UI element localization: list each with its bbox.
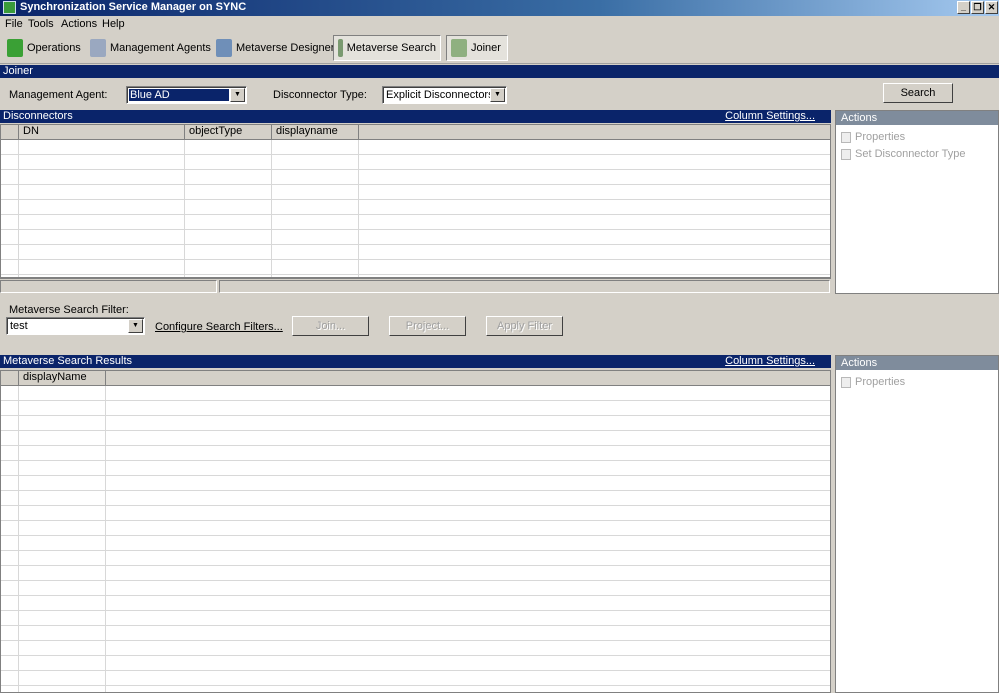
menu-actions[interactable]: Actions [61,18,97,30]
configure-search-filters-link[interactable]: Configure Search Filters... [155,321,283,333]
metaverse-search-button[interactable]: Metaverse Search [333,35,441,61]
search-button[interactable]: Search [883,83,953,103]
restore-button[interactable]: ❐ [971,1,984,14]
metaverse-designer-icon [216,39,232,57]
column-header-objecttype[interactable]: objectType [185,125,272,139]
row-selector-header [1,125,19,139]
metaverse-designer-button[interactable]: Metaverse Designer [212,35,338,61]
management-agents-button[interactable]: Management Agents [86,35,215,61]
grid-line [184,140,185,277]
grid-line [18,140,19,277]
actions-panel-top: Actions Properties Set Disconnector Type [835,110,999,294]
menu-tools[interactable]: Tools [28,18,54,30]
metaverse-search-filter-value: test [10,320,28,332]
disconnectors-column-settings-link[interactable]: Column Settings... [725,110,815,123]
operations-icon [7,39,23,57]
actions-top-header: Actions [836,111,998,125]
minimize-button[interactable]: _ [957,1,970,14]
actions-panel-bottom: Actions Properties [835,355,999,693]
grid-line [358,140,359,277]
metaverse-search-results-header: Metaverse Search Results Column Settings… [0,355,831,368]
title-bar: Synchronization Service Manager on SYNC … [0,0,999,16]
set-disconnector-type-icon [841,149,851,160]
metaverse-search-results-grid[interactable]: displayName [0,370,831,693]
management-agent-dropdown[interactable]: Blue AD ▼ [126,86,247,104]
column-header-dn[interactable]: DN [19,125,185,139]
management-agent-label: Management Agent: [9,89,108,101]
join-button[interactable]: Join... [292,316,369,336]
metaverse-search-icon [338,39,343,57]
chevron-down-icon[interactable]: ▼ [128,319,143,333]
results-grid-header: displayName [1,371,830,386]
grid-line [105,386,106,692]
metaverse-search-results-title: Metaverse Search Results [3,355,132,367]
chevron-down-icon[interactable]: ▼ [230,88,245,102]
metaverse-search-filter-label: Metaverse Search Filter: [9,304,129,316]
disconnectors-grid-rows [1,140,830,277]
properties-icon [841,377,851,388]
disconnectors-title: Disconnectors [3,110,73,122]
menu-file[interactable]: File [5,18,23,30]
project-button[interactable]: Project... [389,316,466,336]
joiner-header: Joiner [0,65,999,78]
results-column-settings-link[interactable]: Column Settings... [725,355,815,368]
close-button[interactable]: ✕ [985,1,998,14]
app-icon [3,1,16,14]
apply-filter-button[interactable]: Apply Filter [486,316,563,336]
action-properties[interactable]: Properties [836,129,998,146]
management-agent-value: Blue AD [129,89,229,101]
toolbar: Operations Management Agents Metaverse D… [0,33,999,64]
action-properties[interactable]: Properties [836,374,998,391]
window-title: Synchronization Service Manager on SYNC [20,1,247,13]
disconnectors-grid-header: DN objectType displayname [1,125,830,140]
status-pane-1 [0,280,217,293]
grid-line [18,386,19,692]
menu-bar: File Tools Actions Help [0,16,999,33]
chevron-down-icon[interactable]: ▼ [490,88,505,102]
menu-help[interactable]: Help [102,18,125,30]
operations-button[interactable]: Operations [3,35,85,61]
column-header-displayname[interactable]: displayname [272,125,359,139]
results-grid-rows [1,386,830,692]
joiner-button[interactable]: Joiner [446,35,508,61]
disconnectors-header: Disconnectors Column Settings... [0,110,831,123]
row-selector-header [1,371,19,385]
joiner-icon [451,39,467,57]
disconnector-type-dropdown[interactable]: Explicit Disconnectors ▼ [382,86,507,104]
properties-icon [841,132,851,143]
status-pane-2 [219,280,830,293]
grid-line [271,140,272,277]
disconnectors-status-bar [0,278,831,294]
action-set-disconnector-type[interactable]: Set Disconnector Type [836,146,998,163]
disconnector-type-label: Disconnector Type: [273,89,367,101]
disconnector-type-value: Explicit Disconnectors [386,89,494,101]
metaverse-search-filter-dropdown[interactable]: test ▼ [6,317,145,335]
actions-bottom-header: Actions [836,356,998,370]
disconnectors-grid[interactable]: DN objectType displayname [0,124,831,278]
management-agents-icon [90,39,106,57]
column-header-displayname[interactable]: displayName [19,371,106,385]
